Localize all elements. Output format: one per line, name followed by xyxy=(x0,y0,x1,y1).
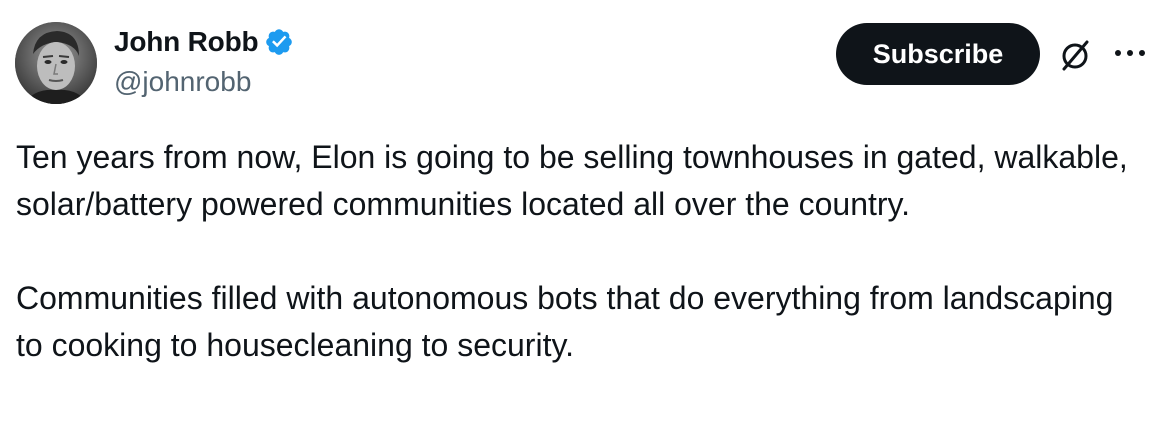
more-horizontal-icon[interactable] xyxy=(1110,38,1150,68)
subscribe-button[interactable]: Subscribe xyxy=(836,23,1040,85)
verified-badge-icon xyxy=(264,27,294,57)
author-handle[interactable]: @johnrobb xyxy=(114,66,251,98)
tweet-paragraph: Communities filled with autonomous bots … xyxy=(16,280,1123,363)
grok-slash-circle-icon[interactable] xyxy=(1056,36,1094,74)
avatar-photo-icon xyxy=(15,22,97,104)
tweet-paragraph: Ten years from now, Elon is going to be … xyxy=(16,139,1137,222)
avatar[interactable] xyxy=(15,22,97,104)
tweet-card: John Robb @johnrobb Subscribe Ten years … xyxy=(0,0,1170,434)
author-name-row: John Robb xyxy=(114,24,294,60)
author-display-name[interactable]: John Robb xyxy=(114,26,259,58)
tweet-text: Ten years from now, Elon is going to be … xyxy=(16,134,1146,369)
tweet-paragraph-spacer xyxy=(16,228,1146,275)
